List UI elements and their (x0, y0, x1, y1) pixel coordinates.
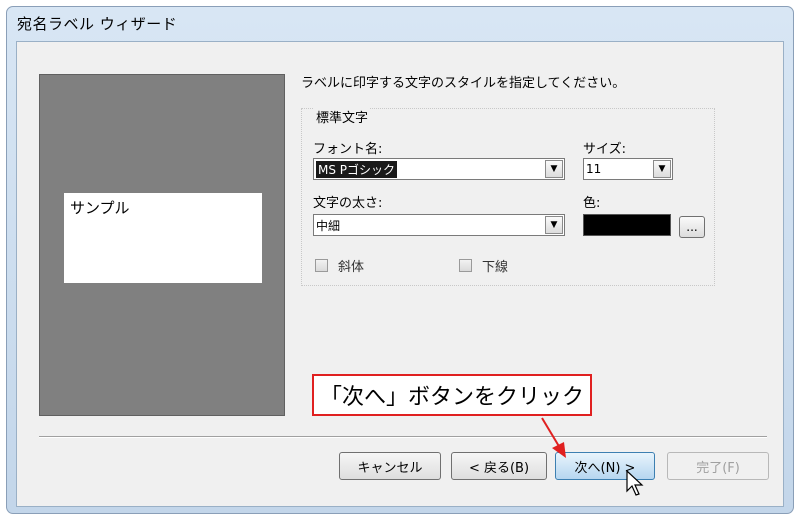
checkbox-box[interactable] (459, 259, 472, 272)
annotation-callout: 「次へ」ボタンをクリック (312, 374, 592, 416)
color-label: 色: (583, 196, 601, 211)
italic-label: 斜体 (338, 260, 365, 275)
font-name-value: MS Pゴシック (316, 160, 398, 178)
title-bar: 宛名ラベル ウィザード (7, 7, 793, 39)
sample-label-preview: サンプル (64, 193, 262, 283)
ellipsis-label: ... (686, 220, 698, 234)
size-select[interactable]: 11 ▼ (583, 158, 673, 180)
italic-checkbox[interactable]: 斜体 (315, 256, 364, 275)
mouse-cursor-icon (626, 470, 644, 496)
separator-line (39, 436, 767, 438)
font-name-select[interactable]: MS Pゴシック ▼ (313, 158, 565, 180)
wizard-window: 宛名ラベル ウィザード サンプル ラベルに印字する文字のスタイルを指定してくださ… (6, 6, 794, 514)
font-weight-select[interactable]: 中細 ▼ (313, 214, 565, 236)
window-title: 宛名ラベル ウィザード (17, 14, 178, 33)
preview-panel: サンプル (39, 74, 285, 416)
size-label: サイズ: (583, 142, 626, 157)
font-weight-label: 文字の太さ: (313, 196, 383, 211)
instruction-text: ラベルに印字する文字のスタイルを指定してください。 (301, 76, 626, 91)
font-weight-value: 中細 (316, 218, 341, 233)
size-value: 11 (586, 162, 602, 176)
underline-checkbox[interactable]: 下線 (459, 256, 508, 275)
underline-label: 下線 (482, 260, 509, 275)
chevron-down-icon[interactable]: ▼ (545, 216, 563, 234)
group-label: 標準文字 (314, 107, 371, 126)
dialog-body: サンプル ラベルに印字する文字のスタイルを指定してください。 標準文字 フォント… (16, 41, 784, 507)
font-name-label: フォント名: (313, 142, 383, 157)
color-swatch[interactable] (583, 214, 671, 236)
chevron-down-icon[interactable]: ▼ (653, 160, 671, 178)
back-button[interactable]: < 戻る(B) (451, 452, 547, 480)
checkbox-box[interactable] (315, 259, 328, 272)
finish-button[interactable]: 完了(F) (667, 452, 769, 480)
sample-text: サンプル (70, 199, 130, 217)
cancel-button[interactable]: キャンセル (339, 452, 441, 480)
chevron-down-icon[interactable]: ▼ (545, 160, 563, 178)
color-picker-button[interactable]: ... (679, 216, 705, 238)
